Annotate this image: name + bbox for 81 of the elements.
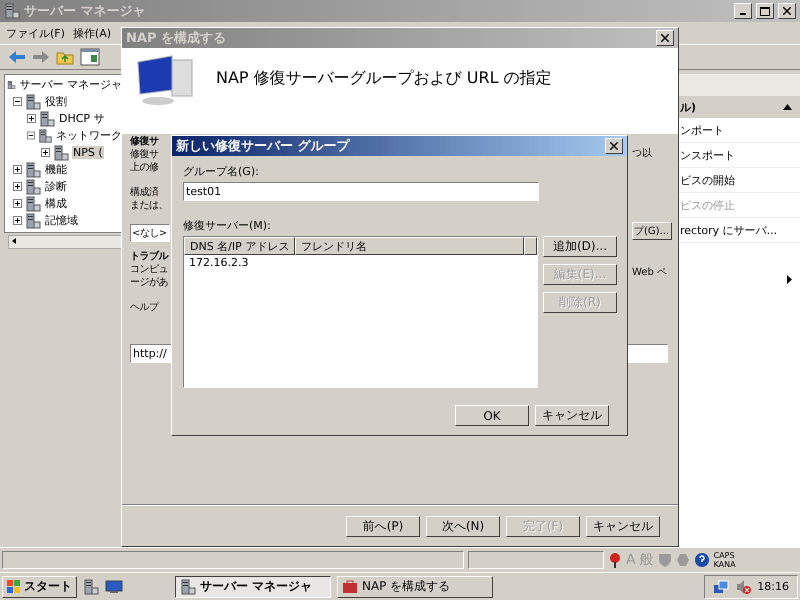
tree-item[interactable]: 機能 bbox=[44, 162, 68, 177]
window-icon bbox=[180, 578, 196, 594]
tree-node-icon bbox=[53, 144, 69, 160]
table-cell-text: 172.16.2.3 bbox=[188, 255, 250, 271]
speaker-muted-icon[interactable] bbox=[735, 578, 752, 594]
taskbar-button[interactable]: サーバー マネージャ bbox=[175, 576, 331, 598]
lock-indicator: KANA bbox=[714, 560, 736, 569]
menu-item[interactable]: 操作(A) bbox=[72, 26, 112, 40]
column-header[interactable]: フレンドリ名 bbox=[295, 237, 524, 255]
field-label: グループ名(G): bbox=[183, 164, 260, 179]
wizard-button[interactable]: 次へ(N) bbox=[426, 516, 500, 536]
tree-node-icon bbox=[39, 110, 55, 126]
section-title: ル) bbox=[680, 100, 696, 114]
flag-icon bbox=[7, 580, 21, 594]
field-label: 修復サーバー(M): bbox=[183, 218, 272, 233]
close-icon[interactable] bbox=[783, 7, 791, 15]
section-heading: トラブル bbox=[130, 250, 170, 263]
dialog-button[interactable]: キャンセル bbox=[535, 405, 609, 426]
tree-item[interactable]: 診断 bbox=[44, 179, 68, 194]
description-text: 構成済 bbox=[130, 186, 160, 199]
expander-icon[interactable] bbox=[13, 182, 22, 191]
expander-icon[interactable] bbox=[13, 97, 22, 106]
tree-node-icon bbox=[38, 128, 52, 144]
taskbar-button[interactable]: NAP を構成する bbox=[337, 576, 493, 598]
select-button[interactable]: プ(G)... bbox=[632, 222, 672, 240]
collapse-icon[interactable] bbox=[783, 104, 792, 110]
clock: 18:16 bbox=[757, 580, 789, 593]
close-icon[interactable] bbox=[661, 34, 669, 42]
list-button[interactable]: 追加(D)... bbox=[543, 236, 617, 257]
tree-node-icon bbox=[25, 178, 41, 194]
page-heading: NAP 修復サーバーグループおよび URL の指定 bbox=[216, 68, 552, 89]
expander-icon[interactable] bbox=[27, 131, 35, 140]
tree-item[interactable]: サーバー マネージャ bbox=[18, 77, 123, 92]
menu-item[interactable]: ファイル(F) bbox=[6, 26, 65, 40]
tree-node-icon bbox=[25, 196, 41, 212]
dialog-title: 新しい修復サーバー グループ bbox=[176, 138, 352, 155]
expander-icon[interactable] bbox=[41, 148, 50, 157]
description-text: Web ペ bbox=[632, 266, 667, 279]
close-icon[interactable] bbox=[610, 142, 618, 150]
dropdown[interactable]: <なし> bbox=[130, 224, 170, 242]
tree-node-icon bbox=[25, 212, 41, 228]
tree-item[interactable]: DHCP サ bbox=[58, 111, 106, 126]
lock-indicator: CAPS bbox=[714, 551, 736, 560]
toolbox-icon bbox=[342, 580, 358, 594]
expander-icon[interactable] bbox=[13, 165, 22, 174]
tree-node-icon bbox=[25, 94, 41, 110]
description-text: または、 bbox=[130, 199, 169, 212]
group-name-field[interactable]: test01 bbox=[183, 182, 539, 201]
section-heading: 修復サ bbox=[130, 135, 160, 148]
help-icon[interactable] bbox=[694, 552, 710, 568]
description-text: コンピュ bbox=[130, 263, 169, 276]
dialog-button[interactable]: OK bbox=[455, 405, 529, 426]
quick-launch-icon bbox=[83, 578, 99, 594]
expander-icon[interactable] bbox=[13, 216, 22, 225]
tree-item[interactable]: NPS ( bbox=[72, 146, 104, 159]
tree-item[interactable]: 記憶域 bbox=[44, 213, 79, 228]
desktop-icon[interactable] bbox=[105, 580, 123, 594]
network-icon[interactable] bbox=[713, 580, 730, 594]
column-header[interactable]: DNS 名/IP アドレス bbox=[184, 237, 295, 255]
expander-icon[interactable] bbox=[13, 199, 22, 208]
window-title: サーバー マネージャ bbox=[24, 3, 147, 20]
tree-item[interactable]: 構成 bbox=[44, 196, 68, 211]
maximize-icon[interactable] bbox=[760, 6, 770, 16]
description-text: つ以 bbox=[632, 147, 652, 160]
start-button[interactable]: スタート bbox=[2, 576, 77, 598]
wizard-button[interactable]: 前へ(P) bbox=[346, 516, 420, 536]
tree-node-icon bbox=[25, 162, 41, 178]
tree-item[interactable]: 役割 bbox=[44, 94, 68, 109]
expander-icon[interactable] bbox=[27, 114, 36, 123]
description-text: 修復サ bbox=[130, 148, 160, 161]
wizard-button[interactable]: キャンセル bbox=[586, 516, 660, 536]
window-title: NAP を構成する bbox=[126, 30, 227, 47]
description-text: ージがあ bbox=[130, 276, 169, 289]
description-text: ヘルプ bbox=[130, 301, 160, 314]
description-text: 上の修 bbox=[130, 161, 160, 174]
back-icon[interactable] bbox=[8, 50, 26, 64]
pane-icon[interactable] bbox=[80, 48, 100, 66]
app-icon bbox=[4, 3, 20, 19]
tree-item[interactable]: ネットワーク bbox=[55, 128, 123, 143]
ime-pin-icon[interactable] bbox=[608, 552, 622, 568]
submenu-arrow-icon[interactable] bbox=[787, 274, 792, 284]
